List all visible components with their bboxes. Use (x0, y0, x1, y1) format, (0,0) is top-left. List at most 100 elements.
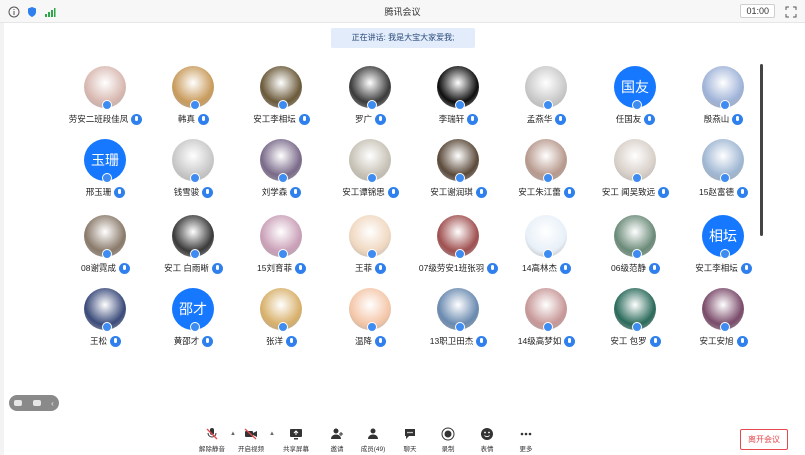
mic-icon (732, 113, 744, 125)
host-badge-icon (278, 100, 288, 110)
mic-icon (648, 262, 660, 274)
mic-icon (559, 262, 571, 274)
scrollbar[interactable] (760, 64, 763, 236)
mic-icon (563, 186, 575, 198)
emoji-icon (480, 427, 494, 441)
mic-icon (294, 262, 306, 274)
host-badge-icon (278, 173, 288, 183)
mic-icon (375, 335, 386, 347)
more-icon (519, 427, 533, 441)
participant-name: 08谢霓成 (81, 263, 116, 273)
participant-name: 王松 (89, 336, 107, 346)
host-badge-icon (543, 322, 553, 332)
host-badge-icon (102, 173, 112, 183)
participant-name: 张洋 (265, 336, 283, 346)
host-badge-icon (632, 322, 642, 332)
participant-name: 15赵富德 (699, 187, 734, 197)
record-icon (441, 427, 455, 441)
host-badge-icon (102, 249, 112, 259)
participant-name: 14级高梦如 (517, 336, 562, 346)
mic-icon (290, 186, 302, 198)
host-badge-icon (455, 100, 465, 110)
mic-icon (114, 186, 126, 198)
participant-name: 安工 包罗 (610, 336, 647, 346)
invite-icon (330, 427, 344, 441)
host-badge-icon (543, 100, 553, 110)
toolbar-button-screen-share[interactable]: 共享屏幕 (274, 427, 318, 453)
meeting-timer: 01:00 (740, 4, 775, 18)
toolbar-button-mic-muted[interactable]: 解除静音 (190, 427, 234, 453)
mini-panel[interactable]: ‹ (9, 395, 59, 411)
window-title: 腾讯会议 (384, 7, 421, 17)
toolbar-label: 表情 (480, 446, 494, 453)
participant-name: 安工 闻吴致远 (601, 187, 656, 197)
toolbar-button-emoji[interactable]: 表情 (465, 427, 509, 453)
host-badge-icon (190, 249, 200, 259)
participant-name: 安工谭锦思 (342, 187, 385, 197)
participant-name: 温降 (354, 336, 372, 346)
participant-name: 邢玉珊 (85, 187, 112, 197)
participant-name: 任国友 (615, 114, 642, 124)
participant-name: 劳安二班段佳凤 (68, 114, 129, 124)
mic-icon (740, 262, 752, 274)
participant-tile[interactable]: 安工安旭 (671, 288, 776, 352)
toolbar-button-record[interactable]: 录制 (426, 427, 470, 453)
host-badge-icon (632, 249, 642, 259)
participant-name: 13职卫田杰 (429, 336, 474, 346)
mic-icon (736, 335, 748, 347)
host-badge-icon (543, 173, 553, 183)
mic-icon (211, 262, 223, 274)
mic-icon (202, 335, 214, 347)
mic-icon (467, 113, 479, 125)
participant-name: 李瑞轩 (438, 114, 465, 124)
left-edge (0, 0, 4, 455)
participant-name: 王菲 (354, 263, 372, 273)
host-badge-icon (190, 100, 200, 110)
host-badge-icon (102, 100, 112, 110)
mic-icon (649, 335, 661, 347)
participant-name: 罗广 (354, 114, 372, 124)
chat-icon (403, 427, 417, 441)
host-badge-icon (455, 249, 465, 259)
host-badge-icon (632, 173, 642, 183)
title-bar: 腾讯会议 01:00 (0, 0, 805, 23)
host-badge-icon (455, 173, 465, 183)
participant-name: 安工安旭 (699, 336, 734, 346)
participant-name: 孟燕华 (526, 114, 553, 124)
panel-icon[interactable] (14, 400, 23, 406)
host-badge-icon (455, 322, 465, 332)
mic-icon (476, 335, 488, 347)
mic-icon (286, 335, 297, 347)
mic-icon (564, 335, 576, 347)
mic-icon (736, 186, 748, 198)
host-badge-icon (543, 249, 553, 259)
host-badge-icon (190, 322, 200, 332)
chevron-left-icon[interactable]: ‹ (51, 399, 54, 408)
host-badge-icon (102, 322, 112, 332)
host-badge-icon (720, 322, 730, 332)
mic-icon (198, 113, 209, 125)
participant-name-row: 安工李相坛 (671, 262, 776, 274)
fullscreen-icon[interactable] (785, 5, 797, 18)
participant-name: 安工李相坛 (695, 263, 738, 273)
participant-name: 殷燕山 (703, 114, 730, 124)
host-badge-icon (720, 100, 730, 110)
toolbar-button-more[interactable]: 更多 (504, 427, 548, 453)
screen-share-icon (289, 427, 303, 441)
panel-icon[interactable] (32, 400, 41, 406)
participant-name: 黄邵才 (173, 336, 200, 346)
participant-name: 07级劳安1班张羽 (418, 263, 485, 273)
host-badge-icon (190, 173, 200, 183)
host-badge-icon (632, 100, 642, 110)
participant-name: 06级范静 (611, 263, 646, 273)
leave-meeting-button[interactable]: 离开会议 (740, 429, 788, 450)
members-icon (366, 427, 380, 441)
host-badge-icon (367, 249, 377, 259)
bottom-toolbar: 解除静音 ▲ 开启视频 ▲ 共享屏幕 邀请 成员(49) 聊天 录制 表情 更多 (0, 420, 805, 455)
participant-name: 安工 白雨晰 (164, 263, 209, 273)
toolbar-label: 录制 (441, 446, 455, 453)
mic-icon (298, 113, 310, 125)
toolbar-button-video-off[interactable]: 开启视频 (229, 427, 273, 453)
mic-icon (475, 186, 487, 198)
participant-name: 安工谢润琪 (430, 187, 473, 197)
